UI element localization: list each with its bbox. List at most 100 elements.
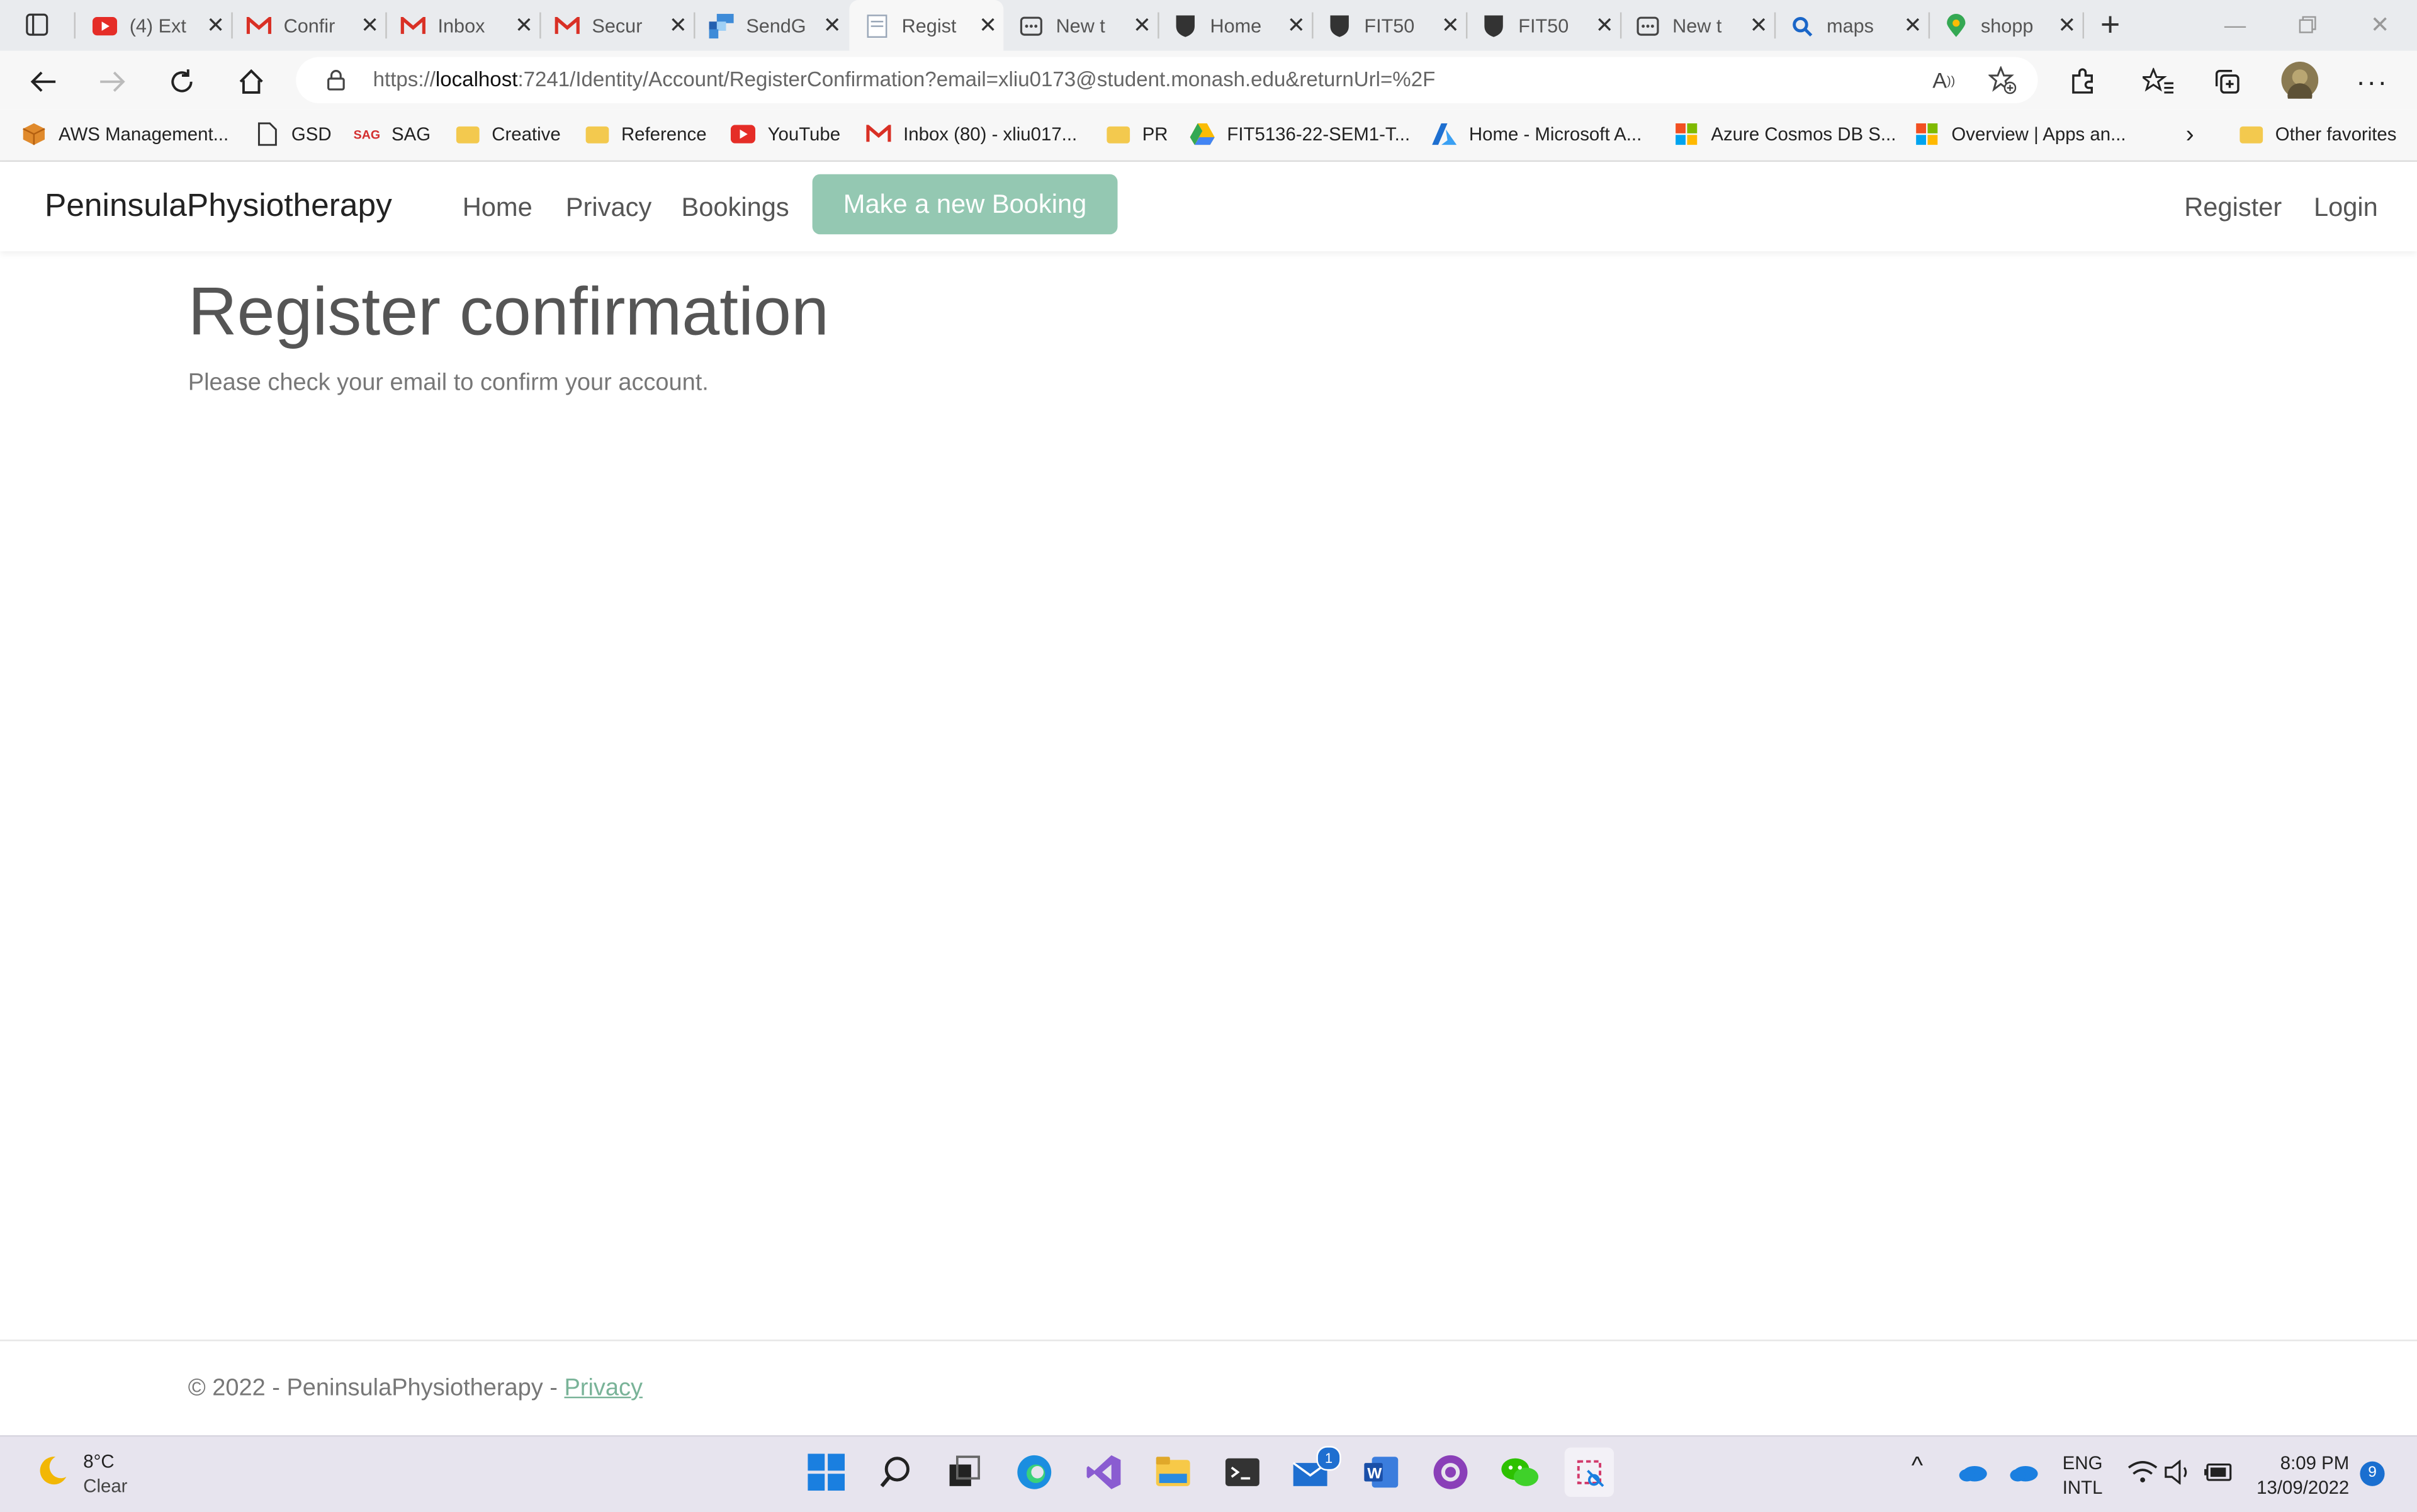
close-window-icon[interactable]: ✕ bbox=[2362, 6, 2399, 43]
tab-shopping-maps[interactable]: shopp ✕ bbox=[1929, 0, 2083, 51]
terminal-icon[interactable] bbox=[1222, 1452, 1263, 1492]
more-options-icon[interactable]: ··· bbox=[2354, 63, 2391, 100]
microsoft-icon bbox=[1674, 121, 1699, 146]
tab-strip: (4) Ext ✕ Confir ✕ Inbox ✕ Secur ✕ SendG ✕ Re… bbox=[0, 0, 2417, 51]
tab-gmail-confirm[interactable]: Confir ✕ bbox=[231, 0, 385, 51]
footer-privacy-link[interactable]: Privacy bbox=[564, 1375, 642, 1402]
word-icon[interactable]: W bbox=[1361, 1452, 1401, 1492]
extensions-icon[interactable] bbox=[2064, 63, 2101, 100]
tab-title: New t bbox=[1672, 14, 1722, 37]
wifi-icon[interactable] bbox=[2122, 1452, 2163, 1492]
chevron-right-icon[interactable]: › bbox=[2186, 121, 2194, 149]
favorite-folder[interactable]: Reference bbox=[584, 121, 707, 146]
favorite-item[interactable]: GSD bbox=[254, 121, 332, 146]
close-icon[interactable]: ✕ bbox=[2058, 13, 2076, 39]
new-tab-plus-icon[interactable]: + bbox=[2092, 4, 2129, 43]
tab-register-active[interactable]: Regist ✕ bbox=[849, 0, 1004, 51]
tab-home[interactable]: Home ✕ bbox=[1158, 0, 1312, 51]
make-booking-button[interactable]: Make a new Booking bbox=[812, 174, 1118, 235]
close-icon[interactable]: ✕ bbox=[361, 13, 379, 39]
onedrive-icon[interactable] bbox=[2004, 1452, 2044, 1492]
restore-icon[interactable] bbox=[2289, 6, 2326, 43]
favorite-item[interactable]: Home - Microsoft A... bbox=[1432, 121, 1642, 146]
close-icon[interactable]: ✕ bbox=[1287, 13, 1305, 39]
close-icon[interactable]: ✕ bbox=[1441, 13, 1460, 39]
aws-cube-icon bbox=[21, 121, 46, 146]
file-explorer-icon[interactable] bbox=[1153, 1452, 1193, 1492]
microsoft-icon bbox=[1915, 121, 1939, 146]
favorite-item[interactable]: Azure Cosmos DB S... bbox=[1674, 121, 1896, 146]
gmail-icon bbox=[866, 121, 891, 146]
tab-fit-1[interactable]: FIT50 ✕ bbox=[1312, 0, 1466, 51]
favorite-item[interactable]: FIT5136-22-SEM1-T... bbox=[1190, 121, 1410, 146]
close-icon[interactable]: ✕ bbox=[206, 13, 225, 39]
close-icon[interactable]: ✕ bbox=[669, 13, 687, 39]
home-icon[interactable] bbox=[233, 63, 270, 100]
close-icon[interactable]: ✕ bbox=[1750, 13, 1768, 39]
onedrive-icon[interactable] bbox=[1953, 1452, 1993, 1492]
tab-sendgrid[interactable]: SendG ✕ bbox=[694, 0, 848, 51]
favorite-item[interactable]: Overview | Apps an... bbox=[1915, 121, 2126, 146]
tab-new-2[interactable]: New t ✕ bbox=[1620, 0, 1774, 51]
visual-studio-icon[interactable] bbox=[1084, 1452, 1124, 1492]
favorite-item[interactable]: YouTube bbox=[730, 121, 840, 146]
weather-widget[interactable]: 8°C Clear bbox=[34, 1449, 128, 1498]
brand-link[interactable]: PeninsulaPhysiotherapy bbox=[45, 188, 392, 225]
minimize-icon[interactable]: — bbox=[2217, 6, 2254, 43]
close-icon[interactable]: ✕ bbox=[1596, 13, 1614, 39]
url-text[interactable]: https://localhost:7241/Identity/Account/… bbox=[373, 68, 1436, 91]
document-icon bbox=[254, 121, 279, 146]
close-icon[interactable]: ✕ bbox=[515, 13, 533, 39]
nav-login[interactable]: Login bbox=[2314, 193, 2378, 223]
volume-icon[interactable] bbox=[2158, 1452, 2199, 1492]
snipping-tool-icon[interactable] bbox=[1564, 1447, 1614, 1497]
close-icon[interactable]: ✕ bbox=[1904, 13, 1922, 39]
favorite-item[interactable]: Inbox (80) - xliu017... bbox=[866, 121, 1077, 146]
refresh-icon[interactable] bbox=[164, 63, 201, 100]
favorite-item[interactable]: SAG SAG bbox=[354, 121, 431, 146]
favorite-item[interactable]: AWS Management... bbox=[21, 121, 228, 146]
clock-date: 13/09/2022 bbox=[2256, 1477, 2350, 1499]
clock[interactable]: 8:09 PM 13/09/2022 bbox=[2248, 1451, 2350, 1500]
collections-icon[interactable] bbox=[2209, 63, 2246, 100]
read-aloud-icon[interactable]: A)) bbox=[1925, 62, 1963, 99]
tab-title: maps bbox=[1827, 14, 1874, 37]
add-favorite-icon[interactable] bbox=[1984, 62, 2021, 99]
task-view-icon[interactable] bbox=[945, 1452, 985, 1492]
close-icon[interactable]: ✕ bbox=[823, 13, 842, 39]
nav-register[interactable]: Register bbox=[2184, 193, 2282, 223]
tab-maps-search[interactable]: maps ✕ bbox=[1774, 0, 1929, 51]
nav-home[interactable]: Home bbox=[463, 193, 532, 223]
favorite-folder[interactable]: PR bbox=[1105, 121, 1168, 146]
battery-icon[interactable] bbox=[2198, 1452, 2238, 1492]
edge-icon[interactable] bbox=[1014, 1452, 1054, 1492]
other-favorites[interactable]: Other favorites bbox=[2238, 121, 2396, 146]
back-icon[interactable] bbox=[25, 63, 62, 100]
address-bar[interactable]: https://localhost:7241/Identity/Account/… bbox=[296, 57, 2038, 104]
github-desktop-icon[interactable] bbox=[1431, 1452, 1471, 1492]
tab-actions-icon[interactable] bbox=[18, 6, 55, 43]
nav-privacy[interactable]: Privacy bbox=[566, 193, 651, 223]
close-icon[interactable]: ✕ bbox=[1133, 13, 1151, 39]
tab-gmail-inbox[interactable]: Inbox ✕ bbox=[385, 0, 539, 51]
avatar[interactable] bbox=[2281, 61, 2319, 99]
nav-bookings[interactable]: Bookings bbox=[681, 193, 789, 223]
tab-youtube[interactable]: (4) Ext ✕ bbox=[77, 0, 231, 51]
tab-fit-2[interactable]: FIT50 ✕ bbox=[1466, 0, 1620, 51]
language-indicator[interactable]: ENG INTL bbox=[2063, 1451, 2103, 1500]
page-title: Register confirmation bbox=[188, 274, 829, 350]
mail-badge: 1 bbox=[1316, 1446, 1341, 1471]
tab-new-1[interactable]: New t ✕ bbox=[1003, 0, 1158, 51]
favorite-folder[interactable]: Creative bbox=[454, 121, 561, 146]
notification-badge[interactable]: 9 bbox=[2360, 1461, 2385, 1486]
mail-icon[interactable]: 1 bbox=[1292, 1446, 1341, 1492]
lock-icon[interactable] bbox=[317, 62, 354, 99]
search-icon[interactable] bbox=[876, 1452, 916, 1492]
forward-icon[interactable] bbox=[94, 63, 131, 100]
close-icon[interactable]: ✕ bbox=[979, 13, 997, 39]
chevron-up-icon[interactable]: ^ bbox=[1912, 1455, 1923, 1480]
windows-start-icon[interactable] bbox=[806, 1452, 847, 1492]
tab-gmail-security[interactable]: Secur ✕ bbox=[539, 0, 694, 51]
wechat-icon[interactable] bbox=[1500, 1452, 1540, 1492]
favorites-icon[interactable] bbox=[2139, 63, 2177, 100]
